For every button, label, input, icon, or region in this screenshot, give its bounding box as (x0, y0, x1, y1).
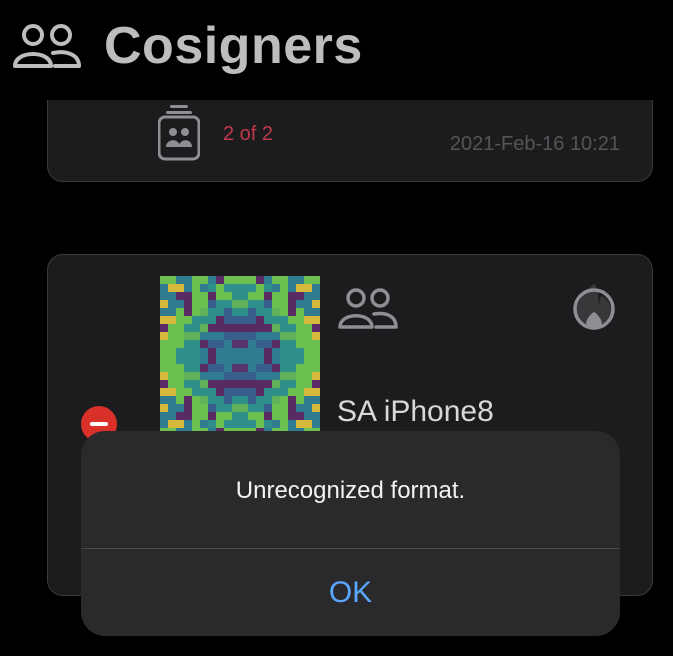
people-group-icon (338, 288, 398, 329)
qr-code-image (160, 276, 320, 436)
page-title: Cosigners (104, 17, 363, 75)
header: Cosigners (0, 0, 673, 100)
alert-dialog: Unrecognized format. OK (81, 431, 620, 636)
alert-message: Unrecognized format. (235, 477, 466, 504)
ok-button[interactable]: OK (81, 549, 620, 636)
signer-stack-icon (158, 105, 200, 161)
people-group-icon (13, 24, 81, 68)
flame-icon[interactable] (572, 279, 616, 331)
device-name: SA iPhone8 (337, 395, 494, 428)
timestamp: 2021-Feb-16 10:21 (449, 133, 620, 155)
signature-count: 2 of 2 (223, 123, 274, 145)
